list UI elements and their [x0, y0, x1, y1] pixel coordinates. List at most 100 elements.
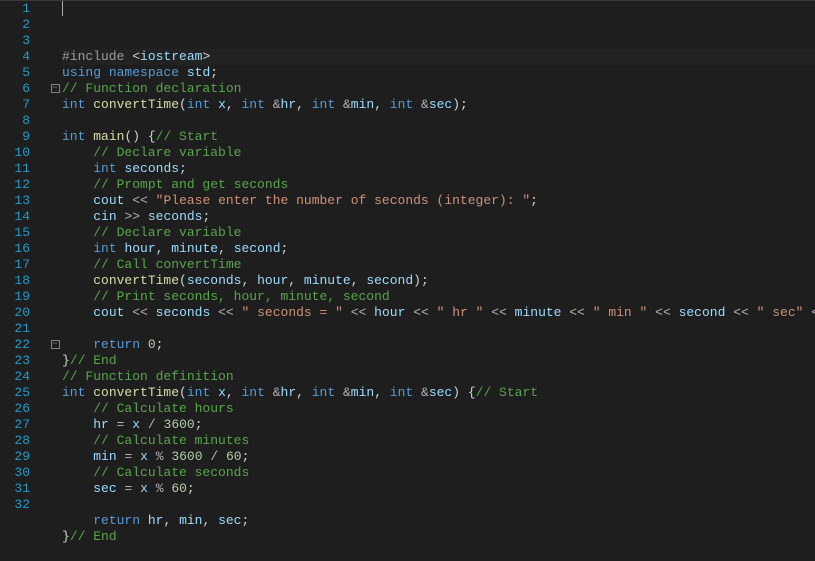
token-pn — [132, 449, 140, 464]
code-line[interactable]: convertTime(seconds, hour, minute, secon… — [62, 273, 815, 289]
token-pn: ( — [179, 273, 187, 288]
token-fn: convertTime — [93, 273, 179, 288]
line-number: 26 — [0, 401, 30, 417]
line-number: 20 — [0, 305, 30, 321]
line-number: 2 — [0, 17, 30, 33]
line-number: 32 — [0, 497, 30, 513]
token-pn: ; — [195, 417, 203, 432]
token-cm: // Calculate hours — [93, 401, 233, 416]
code-line[interactable]: int convertTime(int x, int &hr, int &min… — [62, 97, 815, 113]
code-line[interactable]: int convertTime(int x, int &hr, int &min… — [62, 385, 815, 401]
line-number: 11 — [0, 161, 30, 177]
code-line[interactable]: cout << "Please enter the number of seco… — [62, 193, 815, 209]
code-line[interactable]: hr = x / 3600; — [62, 417, 815, 433]
token-cm: // Call convertTime — [93, 257, 241, 272]
token-kw: namespace — [109, 65, 179, 80]
token-pn: , — [156, 241, 172, 256]
code-line[interactable]: return hr, min, sec; — [62, 513, 815, 529]
code-line[interactable]: #include <iostream> — [62, 49, 815, 65]
token-id: iostream — [140, 49, 202, 64]
token-op: << — [569, 305, 585, 320]
token-pn — [265, 97, 273, 112]
token-ty: int — [312, 97, 335, 112]
token-pn — [234, 305, 242, 320]
token-pn — [101, 65, 109, 80]
code-line[interactable]: // Declare variable — [62, 225, 815, 241]
code-line[interactable]: min = x % 3600 / 60; — [62, 449, 815, 465]
token-pn: , — [226, 385, 242, 400]
code-line[interactable] — [62, 113, 815, 129]
token-op: & — [273, 385, 281, 400]
fold-cell — [48, 385, 62, 401]
token-pn — [140, 209, 148, 224]
fold-minus-icon[interactable]: − — [51, 84, 60, 93]
token-pn — [343, 305, 351, 320]
fold-column[interactable]: −− — [48, 1, 62, 508]
token-kw: return — [93, 337, 140, 352]
fold-minus-icon[interactable]: − — [51, 340, 60, 349]
token-id: min — [351, 97, 374, 112]
token-pn: ); — [452, 97, 468, 112]
code-line[interactable]: sec = x % 60; — [62, 481, 815, 497]
token-pn: , — [218, 241, 234, 256]
code-line[interactable]: }// End — [62, 353, 815, 369]
token-pn — [210, 97, 218, 112]
code-line[interactable]: int hour, minute, second; — [62, 241, 815, 257]
code-line[interactable] — [62, 497, 815, 513]
token-id: hr — [281, 385, 297, 400]
line-number: 29 — [0, 449, 30, 465]
code-line[interactable] — [62, 545, 815, 561]
code-line[interactable]: return 0; — [62, 337, 815, 353]
token-pn — [507, 305, 515, 320]
code-line[interactable]: }// End — [62, 529, 815, 545]
token-pn — [749, 305, 757, 320]
token-id: second — [234, 241, 281, 256]
token-pn — [335, 97, 343, 112]
token-pn — [156, 417, 164, 432]
code-line[interactable]: int main() {// Start — [62, 129, 815, 145]
token-op: << — [218, 305, 234, 320]
code-line[interactable]: // Prompt and get seconds — [62, 177, 815, 193]
code-line[interactable]: // Calculate hours — [62, 401, 815, 417]
token-ty: int — [390, 385, 413, 400]
token-ty: int — [312, 385, 335, 400]
fold-cell — [48, 33, 62, 49]
code-line[interactable]: // Function declaration — [62, 81, 815, 97]
token-pn: , — [163, 513, 179, 528]
fold-cell — [48, 353, 62, 369]
code-line[interactable] — [62, 321, 815, 337]
code-editor[interactable]: 1234567891011121314151617181920212223242… — [0, 1, 815, 508]
token-cm: // Declare variable — [93, 145, 241, 160]
code-area[interactable]: #include <iostream>using namespace std;/… — [62, 1, 815, 508]
token-fn: convertTime — [93, 385, 179, 400]
token-kw: return — [93, 513, 140, 528]
fold-cell — [48, 449, 62, 465]
token-pn: , — [226, 97, 242, 112]
fold-cell[interactable]: − — [48, 337, 62, 353]
token-ty: int — [62, 385, 85, 400]
token-pn: ; — [281, 241, 289, 256]
token-pn: ); — [413, 273, 429, 288]
line-number: 3 — [0, 33, 30, 49]
code-line[interactable]: // Function definition — [62, 369, 815, 385]
token-id: hour — [124, 241, 155, 256]
code-line[interactable]: int seconds; — [62, 161, 815, 177]
code-line[interactable]: // Calculate minutes — [62, 433, 815, 449]
fold-cell — [48, 497, 62, 513]
code-line[interactable]: using namespace std; — [62, 65, 815, 81]
token-pn: ; — [187, 481, 195, 496]
text-cursor — [62, 1, 63, 16]
line-number: 15 — [0, 225, 30, 241]
code-line[interactable]: cout << seconds << " seconds = " << hour… — [62, 305, 815, 321]
token-pn — [366, 305, 374, 320]
code-line[interactable]: // Call convertTime — [62, 257, 815, 273]
code-line[interactable]: // Calculate seconds — [62, 465, 815, 481]
token-pn — [413, 385, 421, 400]
token-pn — [179, 65, 187, 80]
token-id: minute — [171, 241, 218, 256]
code-line[interactable]: // Declare variable — [62, 145, 815, 161]
code-line[interactable]: // Print seconds, hour, minute, second — [62, 289, 815, 305]
code-line[interactable]: cin >> seconds; — [62, 209, 815, 225]
fold-cell[interactable]: − — [48, 81, 62, 97]
token-pn: ) { — [452, 385, 475, 400]
